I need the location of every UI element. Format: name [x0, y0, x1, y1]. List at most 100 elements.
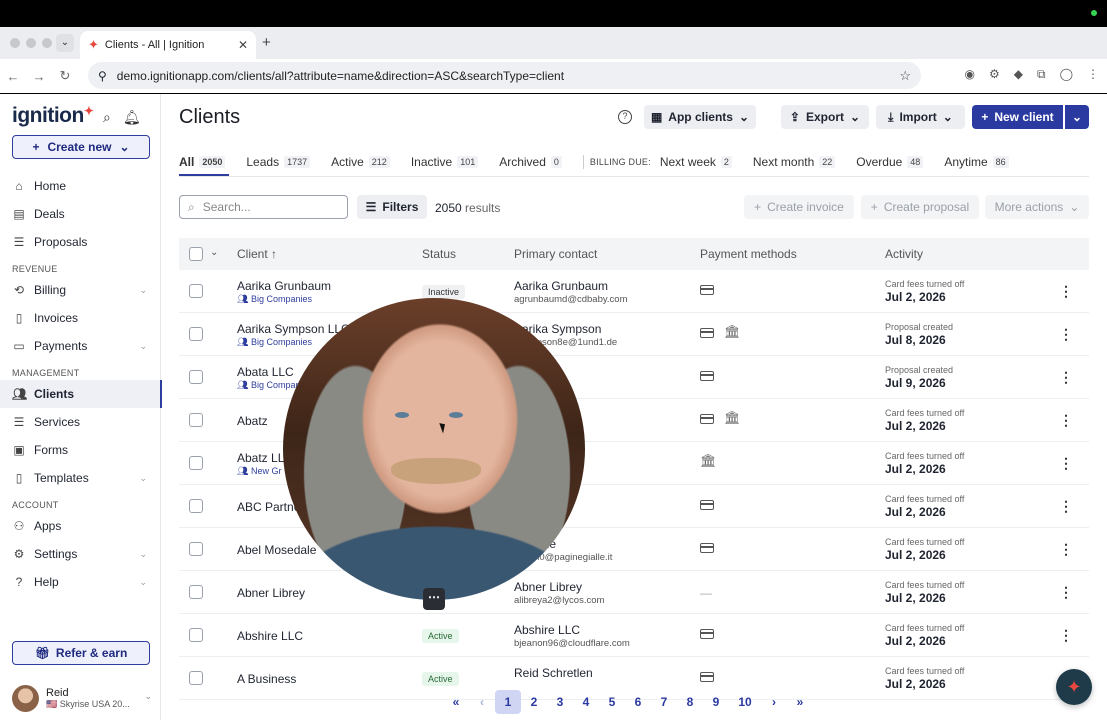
page-button[interactable]: 2	[521, 690, 547, 714]
tab-anytime[interactable]: Anytime 86	[944, 149, 1009, 175]
address-bar[interactable]: ⚲ demo.ignitionapp.com/clients/all?attri…	[88, 62, 921, 89]
page-button[interactable]: 7	[651, 690, 677, 714]
column-client[interactable]: Client ↑	[237, 247, 277, 261]
new-client-button[interactable]: + New client	[972, 105, 1063, 129]
ignition-assistant-button[interactable]: ✦	[1056, 669, 1092, 705]
client-name[interactable]: A Business	[237, 672, 296, 686]
search-input[interactable]: ⌕ Search...	[179, 195, 348, 219]
new-tab-icon[interactable]: +	[262, 34, 271, 51]
page-button[interactable]: 8	[677, 690, 703, 714]
last-page-icon[interactable]: »	[787, 690, 813, 714]
client-name[interactable]: Abel Mosedale	[237, 543, 316, 557]
more-actions-button[interactable]: More actions ⌄	[985, 195, 1089, 219]
back-icon[interactable]: ←	[0, 69, 26, 84]
sidebar-item-clients[interactable]: 👥︎ Clients	[0, 380, 162, 408]
ignition-logo[interactable]: ignition✦	[12, 104, 94, 128]
table-row[interactable]: Abshire LLC Active Abshire LLC bjeanon96@cl…	[179, 614, 1089, 657]
client-group[interactable]: 👥︎ Big Companies	[237, 294, 312, 305]
table-row[interactable]: Abner Librey Abner Librey alibreya2@lycos.…	[179, 571, 1089, 614]
row-checkbox[interactable]	[189, 585, 203, 599]
app-clients-button[interactable]: ▦ App clients ⌄	[644, 105, 756, 129]
puzzle-icon[interactable]: ⧉	[1037, 67, 1046, 82]
first-page-icon[interactable]: «	[443, 690, 469, 714]
client-group[interactable]: 👥︎ New Gr	[237, 466, 281, 477]
tab-all[interactable]: All 2050	[179, 149, 230, 176]
row-actions-icon[interactable]: ⋮	[1059, 326, 1073, 343]
row-checkbox[interactable]	[189, 671, 203, 685]
bell-icon[interactable]: 🔔︎	[123, 109, 141, 126]
tab-next-month[interactable]: Next month 22	[753, 149, 836, 175]
client-name[interactable]: Aarika Sympson LLC	[237, 322, 350, 336]
color-extension-icon[interactable]: ◆	[1014, 67, 1023, 82]
sidebar-item-billing[interactable]: ⟲ Billing ⌄	[0, 276, 161, 304]
row-actions-icon[interactable]: ⋮	[1059, 455, 1073, 472]
row-actions-icon[interactable]: ⋮	[1059, 369, 1073, 386]
row-checkbox[interactable]	[189, 628, 203, 642]
password-extension-icon[interactable]: ◉	[965, 67, 975, 82]
page-button[interactable]: 10	[729, 690, 761, 714]
row-actions-icon[interactable]: ⋮	[1059, 584, 1073, 601]
refer-and-earn-button[interactable]: 🎁︎ Refer & earn	[12, 641, 150, 665]
table-row[interactable]: Aarika Grunbaum 👥︎ Big Companies Inactive A…	[179, 270, 1089, 313]
page-button[interactable]: 3	[547, 690, 573, 714]
sidebar-item-home[interactable]: ⌂ Home	[0, 172, 161, 200]
sidebar-item-proposals[interactable]: ☰ Proposals	[0, 228, 161, 256]
row-checkbox[interactable]	[189, 456, 203, 470]
create-invoice-button[interactable]: + Create invoice	[744, 195, 854, 219]
tab-archived[interactable]: Archived 0	[499, 149, 562, 175]
client-name[interactable]: Abner Librey	[237, 586, 305, 600]
row-checkbox[interactable]	[189, 499, 203, 513]
filters-button[interactable]: ☰ Filters	[357, 195, 427, 219]
sidebar-item-invoices[interactable]: ▯ Invoices	[0, 304, 161, 332]
tab-active[interactable]: Active 212	[331, 149, 390, 175]
row-checkbox[interactable]	[189, 284, 203, 298]
sidebar-item-forms[interactable]: ▣ Forms	[0, 436, 161, 464]
page-button[interactable]: 6	[625, 690, 651, 714]
user-menu[interactable]: Reid 🇺🇸 Skyrise USA 20... ⌄	[12, 683, 152, 713]
client-name[interactable]: Aarika Grunbaum	[237, 279, 331, 293]
row-actions-icon[interactable]: ⋮	[1059, 627, 1073, 644]
gear-extension-icon[interactable]: ⚙	[989, 67, 1000, 82]
site-settings-icon[interactable]: ⚲	[98, 69, 107, 83]
sidebar-item-settings[interactable]: ⚙ Settings ⌄	[0, 540, 161, 568]
client-name[interactable]: Abatz	[237, 414, 268, 428]
select-all-checkbox[interactable]	[189, 247, 203, 261]
search-icon[interactable]: ⌕	[103, 109, 111, 126]
row-checkbox[interactable]	[189, 327, 203, 341]
row-actions-icon[interactable]: ⋮	[1059, 498, 1073, 515]
tab-next-week[interactable]: Next week 2	[660, 149, 732, 175]
webcam-more-icon[interactable]: ⋯	[423, 588, 445, 610]
row-checkbox[interactable]	[189, 542, 203, 556]
sidebar-item-help[interactable]: ? Help ⌄	[0, 568, 161, 596]
sidebar-item-apps[interactable]: ⚇ Apps	[0, 512, 161, 540]
row-checkbox[interactable]	[189, 413, 203, 427]
bookmark-star-icon[interactable]: ☆	[899, 68, 911, 84]
page-button[interactable]: 5	[599, 690, 625, 714]
tab-search-icon[interactable]: ⌄	[56, 34, 74, 52]
client-name[interactable]: Abata LLC	[237, 365, 294, 379]
profile-icon[interactable]: ◯	[1060, 67, 1073, 82]
sidebar-item-templates[interactable]: ▯ Templates ⌄	[0, 464, 161, 492]
reload-icon[interactable]: ↻	[52, 68, 78, 84]
help-circle-icon[interactable]: ?	[618, 110, 632, 124]
tab-overdue[interactable]: Overdue 48	[856, 149, 924, 175]
row-actions-icon[interactable]: ⋮	[1059, 283, 1073, 300]
page-button[interactable]: 4	[573, 690, 599, 714]
create-new-button[interactable]: + Create new ⌄	[12, 135, 150, 159]
chevron-down-icon[interactable]: ⌄	[210, 247, 218, 258]
close-icon[interactable]: ✕	[238, 38, 248, 52]
tab-leads[interactable]: Leads 1737	[246, 149, 311, 175]
new-client-dropdown-button[interactable]: ⌄	[1065, 105, 1089, 129]
client-group[interactable]: 👥︎ Big Companies	[237, 337, 312, 348]
previous-page-icon[interactable]: ‹	[469, 690, 495, 714]
sidebar-item-services[interactable]: ☰ Services	[0, 408, 161, 436]
export-button[interactable]: ⇪ Export ⌄	[781, 105, 869, 129]
window-controls[interactable]	[10, 38, 52, 48]
row-checkbox[interactable]	[189, 370, 203, 384]
sidebar-item-payments[interactable]: ▭ Payments ⌄	[0, 332, 161, 360]
page-button[interactable]: 9	[703, 690, 729, 714]
page-button[interactable]: 1	[495, 690, 521, 714]
table-row[interactable]: Aarika Sympson LLC 👥︎ Big Companies Aarika…	[179, 313, 1089, 356]
tab-inactive[interactable]: Inactive 101	[411, 149, 479, 175]
import-button[interactable]: ⤓ Import ⌄	[876, 105, 965, 129]
